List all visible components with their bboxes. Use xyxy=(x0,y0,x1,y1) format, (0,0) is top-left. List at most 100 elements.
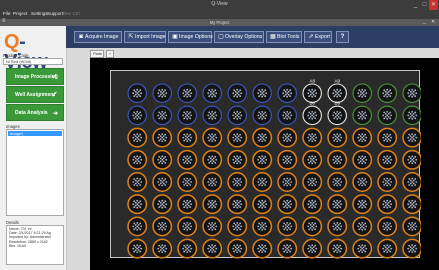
well[interactable] xyxy=(227,194,248,215)
image-canvas[interactable]: A8 A9 B8 B9 xyxy=(90,58,439,270)
well[interactable] xyxy=(202,216,223,237)
project-minimize-button[interactable]: _ xyxy=(423,19,426,25)
well[interactable] xyxy=(227,172,248,192)
well[interactable] xyxy=(152,238,173,259)
well[interactable] xyxy=(177,172,198,192)
minimize-window-button[interactable]: _ xyxy=(411,0,420,10)
well[interactable] xyxy=(227,105,247,126)
well[interactable] xyxy=(127,127,148,148)
well[interactable] xyxy=(177,194,198,215)
close-window-button[interactable]: ✕ xyxy=(429,0,438,10)
well[interactable] xyxy=(352,105,372,126)
well[interactable] xyxy=(402,83,421,103)
import-image-button[interactable]: ⇱Import Image xyxy=(124,31,166,43)
well[interactable] xyxy=(177,127,198,148)
well[interactable] xyxy=(352,238,373,259)
product-code-field[interactable]: Ni Red (W/48) xyxy=(3,58,63,65)
well[interactable] xyxy=(377,83,397,103)
well[interactable] xyxy=(377,216,398,237)
well[interactable] xyxy=(402,238,421,259)
well[interactable] xyxy=(177,238,198,259)
well[interactable] xyxy=(127,172,148,192)
well[interactable] xyxy=(402,105,421,126)
well[interactable] xyxy=(302,194,323,215)
well[interactable] xyxy=(152,172,173,192)
well[interactable] xyxy=(402,127,421,148)
step-well-assignment-button[interactable]: Well Assignment ✓ xyxy=(6,86,64,103)
menu-file[interactable]: File xyxy=(3,11,10,16)
well[interactable] xyxy=(327,216,348,237)
well[interactable] xyxy=(377,149,398,170)
well[interactable] xyxy=(227,238,248,259)
well[interactable] xyxy=(377,172,398,192)
well[interactable] xyxy=(277,238,298,259)
step-data-analysis-button[interactable]: Data Analysis ➔ xyxy=(6,104,64,121)
well[interactable] xyxy=(252,127,273,148)
well[interactable] xyxy=(327,149,348,170)
well[interactable] xyxy=(127,149,148,170)
maximize-window-button[interactable]: □ xyxy=(420,0,429,10)
well[interactable] xyxy=(302,238,323,259)
well[interactable] xyxy=(377,127,398,148)
well[interactable] xyxy=(127,238,148,259)
well[interactable] xyxy=(377,105,397,126)
image-options-button[interactable]: ▣Image Options xyxy=(168,31,213,43)
well[interactable] xyxy=(177,83,197,103)
well[interactable] xyxy=(377,194,398,215)
well[interactable] xyxy=(152,149,173,170)
well[interactable] xyxy=(127,194,148,215)
tab-plate-1[interactable]: Plate 1 xyxy=(90,50,104,62)
well[interactable] xyxy=(202,127,223,148)
well[interactable] xyxy=(352,149,373,170)
well[interactable] xyxy=(277,149,298,170)
well[interactable] xyxy=(277,83,297,103)
well[interactable] xyxy=(277,105,297,126)
well[interactable] xyxy=(252,172,273,192)
well-plate[interactable]: A8 A9 B8 B9 xyxy=(110,70,421,259)
well[interactable] xyxy=(277,216,298,237)
well[interactable] xyxy=(277,194,298,215)
blot-tools-button[interactable]: ▦Blot Tools xyxy=(266,31,302,43)
acquire-image-button[interactable]: ◙ Acquire Image xyxy=(74,31,122,43)
menu-dev-ctrl[interactable]: Dev Ctrl xyxy=(63,11,80,16)
well[interactable] xyxy=(152,194,173,215)
well[interactable] xyxy=(202,172,223,192)
overlay-options-button[interactable]: ▢Overlay Options xyxy=(214,31,264,43)
well[interactable] xyxy=(152,105,172,126)
export-button[interactable]: ⇗Export xyxy=(304,31,332,43)
well[interactable] xyxy=(127,105,147,126)
well[interactable] xyxy=(152,83,172,103)
help-button[interactable]: ? xyxy=(336,31,349,43)
well[interactable] xyxy=(227,127,248,148)
project-close-button[interactable]: ✕ xyxy=(431,19,435,25)
well[interactable] xyxy=(202,238,223,259)
well-plate-graphic[interactable]: A8 A9 B8 B9 xyxy=(111,71,421,259)
well[interactable] xyxy=(202,149,223,170)
well[interactable] xyxy=(327,238,348,259)
well[interactable] xyxy=(252,149,273,170)
images-list[interactable]: Image1 xyxy=(6,129,64,216)
well[interactable] xyxy=(402,172,421,192)
well[interactable] xyxy=(202,83,222,103)
well[interactable] xyxy=(352,172,373,192)
well[interactable] xyxy=(252,83,272,103)
well[interactable] xyxy=(352,83,372,103)
well[interactable] xyxy=(177,105,197,126)
well[interactable] xyxy=(402,149,421,170)
well[interactable] xyxy=(352,194,373,215)
image-list-item[interactable]: Image1 xyxy=(8,131,62,136)
well[interactable] xyxy=(152,216,173,237)
well[interactable] xyxy=(352,216,373,237)
well[interactable] xyxy=(127,216,148,237)
well[interactable] xyxy=(327,172,348,192)
well[interactable] xyxy=(302,105,322,126)
menu-settings[interactable]: Settings xyxy=(31,11,48,16)
well[interactable] xyxy=(302,127,323,148)
well[interactable] xyxy=(252,216,273,237)
well[interactable] xyxy=(402,216,421,237)
well[interactable] xyxy=(152,127,173,148)
well[interactable] xyxy=(252,105,272,126)
well[interactable] xyxy=(302,149,323,170)
well[interactable] xyxy=(227,149,248,170)
well[interactable] xyxy=(227,83,247,103)
